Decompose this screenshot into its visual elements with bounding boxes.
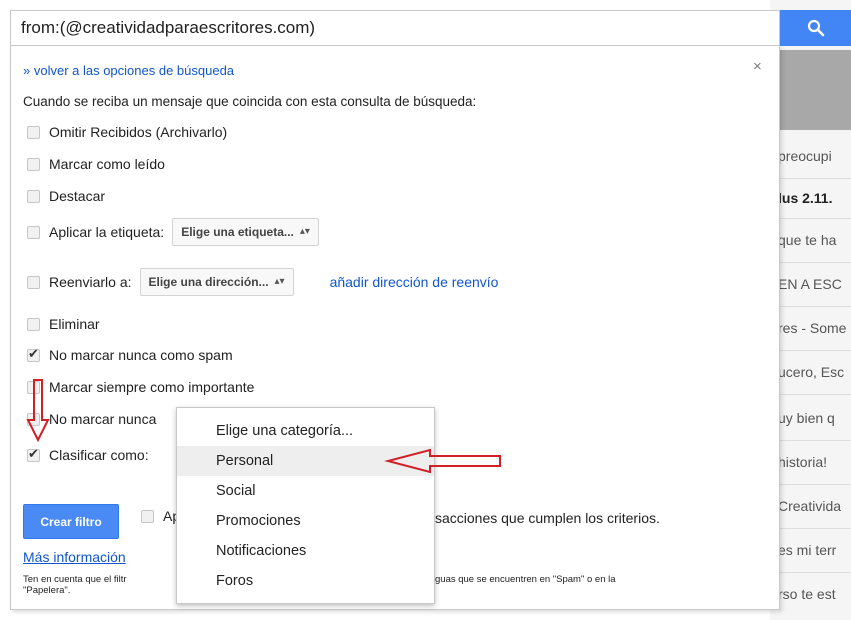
- categorize-checkbox[interactable]: [27, 446, 40, 462]
- list-item: EN A ESC: [778, 276, 842, 292]
- option-label: No marcar nunca: [49, 411, 157, 427]
- apply-label-checkbox[interactable]: [27, 225, 40, 239]
- note-line: "Papelera".: [23, 585, 71, 596]
- list-item: Creativida: [778, 498, 842, 514]
- option-label: Eliminar: [49, 316, 100, 332]
- always-important-checkbox[interactable]: [27, 380, 40, 394]
- search-input[interactable]: from:(@creatividadparaescritores.com): [10, 10, 780, 46]
- filter-note: Ten en cuenta que el filtr "Papelera".: [23, 574, 127, 596]
- category-option-placeholder[interactable]: Elige una categoría...: [177, 416, 434, 446]
- category-option-forums[interactable]: Foros: [177, 566, 434, 596]
- note-line: Ten en cuenta que el filtr: [23, 574, 127, 585]
- option-delete[interactable]: Eliminar: [27, 316, 100, 332]
- apply-to-matching-label-rest: sacciones que cumplen los criterios.: [435, 510, 660, 526]
- option-label: Marcar como leído: [49, 156, 165, 172]
- list-item: uy bien q: [778, 410, 835, 426]
- delete-checkbox[interactable]: [27, 317, 40, 331]
- category-option-notifications[interactable]: Notificaciones: [177, 536, 434, 566]
- option-never-spam[interactable]: No marcar nunca como spam: [27, 346, 233, 363]
- option-skip-inbox[interactable]: Omitir Recibidos (Archivarlo): [27, 124, 227, 140]
- filter-note-right: guas que se encuentren en "Spam" o en la: [435, 574, 616, 585]
- close-icon[interactable]: ×: [753, 58, 762, 75]
- list-item: res - Some: [778, 320, 847, 336]
- search-button[interactable]: [780, 10, 851, 46]
- list-item: lus 2.11.: [778, 190, 833, 206]
- list-item: es mi terr: [778, 542, 837, 558]
- search-icon: [807, 19, 824, 37]
- option-always-important[interactable]: Marcar siempre como importante: [27, 379, 254, 395]
- list-item: preocupi: [778, 148, 832, 164]
- option-label: Marcar siempre como importante: [49, 379, 255, 395]
- select-arrows-icon: ▴▾: [299, 226, 310, 237]
- mark-read-checkbox[interactable]: [27, 157, 40, 171]
- add-forwarding-address-link[interactable]: añadir dirección de reenvío: [330, 274, 499, 290]
- option-label: No marcar nunca como spam: [49, 347, 233, 363]
- option-label: Reenviarlo a:: [49, 274, 132, 290]
- category-option-social[interactable]: Social: [177, 476, 434, 506]
- option-categorize[interactable]: Clasificar como:: [27, 446, 149, 463]
- back-to-search-options-link[interactable]: » volver a las opciones de búsqueda: [23, 63, 234, 78]
- apply-to-matching-checkbox[interactable]: [141, 509, 154, 523]
- option-apply-to-matching[interactable]: Ap: [141, 508, 180, 524]
- more-info-link[interactable]: Más información: [23, 549, 126, 565]
- option-star[interactable]: Destacar: [27, 188, 105, 204]
- select-value: Elige una dirección...: [148, 275, 269, 289]
- create-filter-button[interactable]: Crear filtro: [23, 504, 119, 539]
- select-arrows-icon: ▴▾: [274, 276, 285, 287]
- background-message-list: preocupi lus 2.11. que te ha EN A ESC re…: [770, 0, 851, 620]
- skip-inbox-checkbox[interactable]: [27, 125, 40, 139]
- option-apply-label[interactable]: Aplicar la etiqueta: Elige una etiqueta.…: [27, 218, 319, 246]
- list-item: ucero, Esc: [778, 364, 845, 380]
- list-item: que te ha: [778, 232, 837, 248]
- never-important-checkbox[interactable]: [27, 412, 40, 426]
- option-label: Clasificar como:: [49, 447, 149, 463]
- option-never-important[interactable]: No marcar nunca: [27, 411, 156, 427]
- category-option-personal[interactable]: Personal: [177, 446, 434, 476]
- list-item: rso te est: [778, 586, 836, 602]
- category-option-promotions[interactable]: Promociones: [177, 506, 434, 536]
- option-label: Destacar: [49, 188, 106, 204]
- background-toolbar: [770, 50, 851, 130]
- category-dropdown-menu[interactable]: Elige una categoría... Personal Social P…: [176, 407, 435, 604]
- option-forward[interactable]: Reenviarlo a: Elige una dirección... ▴▾ …: [27, 268, 498, 296]
- select-value: Elige una etiqueta...: [181, 225, 294, 239]
- list-item: historia!: [778, 454, 828, 470]
- never-spam-checkbox[interactable]: [27, 346, 40, 362]
- option-mark-read[interactable]: Marcar como leído: [27, 156, 165, 172]
- star-checkbox[interactable]: [27, 189, 40, 203]
- option-label: Omitir Recibidos (Archivarlo): [49, 124, 228, 140]
- option-label: Aplicar la etiqueta:: [49, 224, 165, 240]
- filter-intro-text: Cuando se reciba un mensaje que coincida…: [23, 94, 477, 109]
- forward-address-select[interactable]: Elige una dirección... ▴▾: [139, 268, 294, 296]
- label-select[interactable]: Elige una etiqueta... ▴▾: [172, 218, 319, 246]
- forward-checkbox[interactable]: [27, 275, 40, 289]
- search-query-text: from:(@creatividadparaescritores.com): [21, 18, 316, 37]
